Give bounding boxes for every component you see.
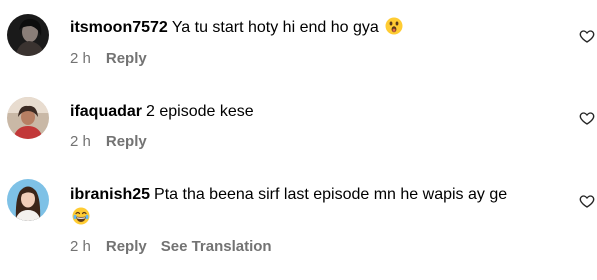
heart-outline-icon[interactable] (579, 110, 595, 126)
comment-line (70, 207, 557, 231)
comment-content: ifaquadar 2 episode kese 2 h Reply (70, 101, 557, 150)
comment-content: ibranish25 Pta tha beena sirf last episod… (70, 184, 557, 255)
comment-meta: 2 h Reply See Translation (70, 238, 272, 256)
comment-line: ibranish25 Pta tha beena sirf last episod… (70, 184, 557, 205)
comment-meta: 2 h Reply (70, 50, 161, 68)
comment-username[interactable]: itsmoon7572 (70, 19, 168, 36)
comment-line: ifaquadar 2 episode kese (70, 101, 557, 122)
avatar[interactable] (7, 14, 49, 56)
timestamp: 2 h (70, 133, 91, 150)
heart-outline-icon[interactable] (579, 193, 595, 209)
timestamp: 2 h (70, 238, 91, 255)
comment-username[interactable]: ifaquadar (70, 103, 142, 120)
reply-button[interactable]: Reply (106, 238, 147, 256)
comment-username[interactable]: ibranish25 (70, 186, 150, 203)
astonished-face-icon (385, 17, 403, 41)
avatar[interactable] (7, 97, 49, 139)
comment-text: 2 episode kese (146, 103, 254, 120)
comment-text: Pta tha beena sirf last episode mn he wa… (154, 186, 508, 203)
see-translation-button[interactable]: See Translation (161, 238, 272, 256)
avatar[interactable] (7, 179, 49, 221)
reply-button[interactable]: Reply (106, 50, 147, 68)
timestamp: 2 h (70, 50, 91, 67)
comment-content: itsmoon7572 Ya tu start hoty hi end ho gy… (70, 17, 557, 67)
comment-line: itsmoon7572 Ya tu start hoty hi end ho gy… (70, 17, 557, 41)
laughing-face-icon (72, 207, 90, 231)
comment-text: Ya tu start hoty hi end ho gya (171, 19, 379, 36)
heart-outline-icon[interactable] (579, 28, 595, 44)
reply-button[interactable]: Reply (106, 133, 147, 151)
comment-meta: 2 h Reply (70, 133, 161, 151)
